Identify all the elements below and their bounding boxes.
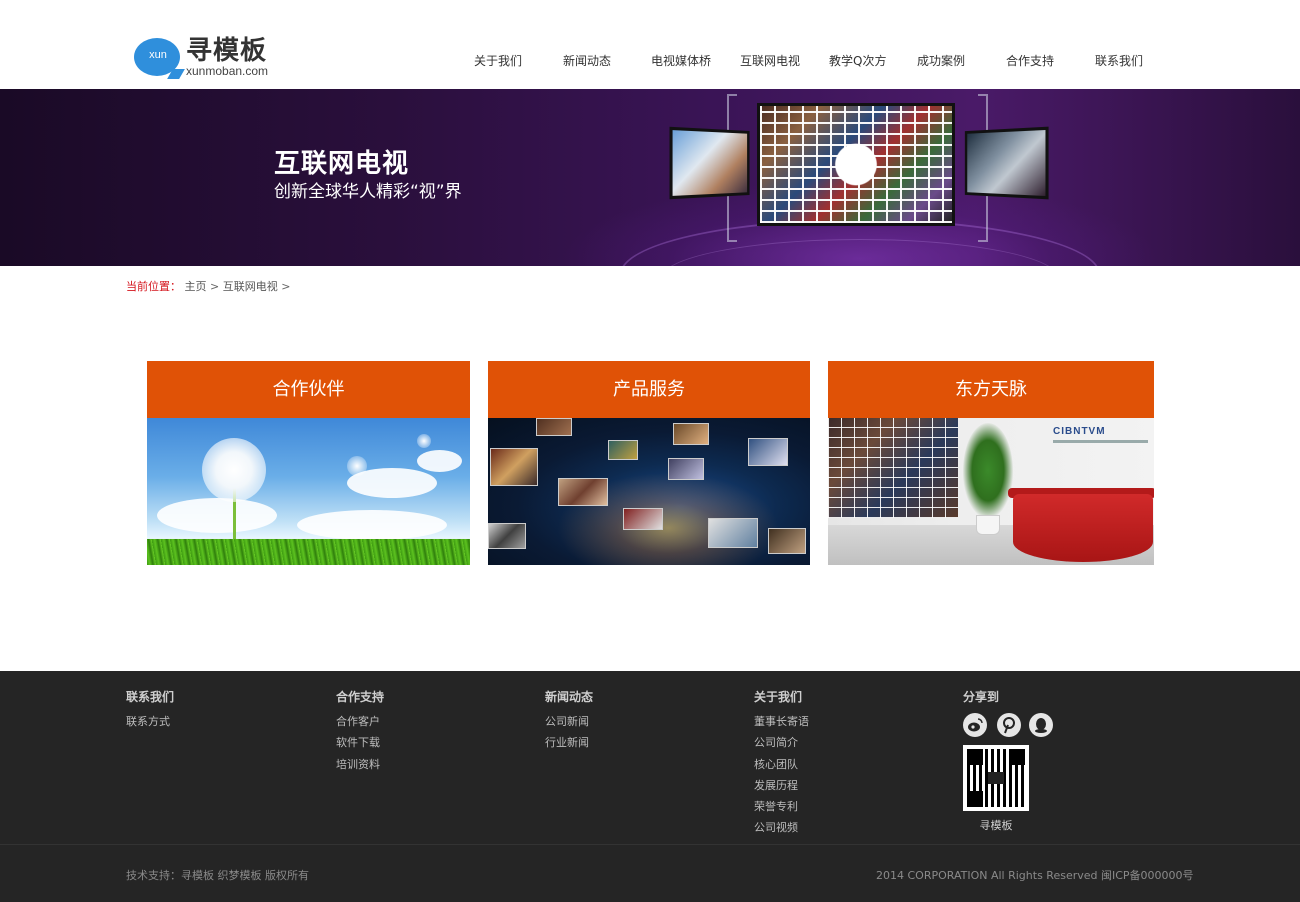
nav-item-internet-tv[interactable]: 互联网电视	[740, 52, 800, 69]
photo-thumb	[748, 438, 788, 466]
plant-icon	[963, 423, 1013, 518]
nav-item-support[interactable]: 合作支持	[1006, 52, 1054, 69]
share-icons	[963, 713, 1063, 739]
nav-item-cases[interactable]: 成功案例	[917, 52, 965, 69]
card-dongfang-tianmai[interactable]: 东方天脉 CIBNTVM	[828, 361, 1154, 565]
card-products[interactable]: 产品服务	[488, 361, 810, 565]
footer-link[interactable]: 联系方式	[126, 715, 174, 736]
footer-col-title: 分享到	[963, 690, 1000, 704]
breadcrumb-separator: >	[281, 280, 291, 293]
footer-divider	[0, 844, 1300, 845]
site-footer: 联系我们 联系方式 合作支持 合作客户 软件下载 培训资料 新闻动态 公司新闻 …	[0, 671, 1300, 902]
pinterest-icon[interactable]	[997, 713, 1021, 737]
photo-thumb	[488, 523, 526, 549]
footer-col-news: 新闻动态 公司新闻 行业新闻	[545, 689, 593, 758]
dandelion-icon	[202, 438, 266, 502]
breadcrumb-separator: >	[210, 280, 220, 293]
brand-name: CIBNTVM	[1053, 426, 1106, 437]
footer-col-support: 合作支持 合作客户 软件下载 培训资料	[336, 689, 384, 779]
footer-copyright-right: 2014 CORPORATION All Rights Reserved 闽IC…	[876, 869, 1194, 882]
footer-col-about: 关于我们 董事长寄语 公司简介 核心团队 发展历程 荣誉专利 公司视频	[754, 689, 809, 843]
card-image-dandelion[interactable]	[147, 418, 470, 565]
footer-col-contact: 联系我们 联系方式	[126, 689, 174, 736]
brand-subline	[1053, 440, 1148, 443]
site-header: xun 寻模板 xunmoban.com 关于我们 新闻动态 电视媒体桥 互联网…	[0, 0, 1300, 89]
cloud-shape	[157, 498, 277, 533]
footer-col-title: 合作支持	[336, 690, 385, 704]
nav-item-about[interactable]: 关于我们	[474, 52, 522, 69]
plant-pot	[976, 515, 1000, 535]
site-logo[interactable]: xun 寻模板 xunmoban.com	[134, 36, 294, 80]
brand-board: CIBNTVM	[1053, 426, 1148, 452]
card-partners[interactable]: 合作伙伴	[147, 361, 470, 565]
footer-col-title: 新闻动态	[545, 690, 594, 704]
logo-badge-text: xun	[149, 49, 167, 61]
tv-screen-right	[964, 126, 1049, 200]
nav-item-tv-bridge[interactable]: 电视媒体桥	[651, 52, 711, 69]
footer-link[interactable]: 软件下载	[336, 736, 384, 757]
photo-thumb	[708, 518, 758, 548]
hero-banner: 互联网电视 创新全球华人精彩“视”界	[0, 89, 1300, 266]
photo-thumb	[558, 478, 608, 506]
breadcrumb-current[interactable]: 互联网电视	[223, 280, 278, 293]
nav-item-teaching[interactable]: 教学Q次方	[829, 52, 886, 69]
footer-link[interactable]: 行业新闻	[545, 736, 593, 757]
banner-subtitle: 创新全球华人精彩“视”界	[274, 182, 462, 202]
qr-code	[963, 745, 1029, 811]
photo-thumb	[623, 508, 663, 530]
photo-thumb	[673, 423, 709, 445]
qr-center-logo	[988, 772, 1004, 784]
photo-thumb	[536, 418, 572, 436]
footer-link[interactable]: 发展历程	[754, 779, 809, 800]
footer-link[interactable]: 合作客户	[336, 715, 384, 736]
photo-thumb	[490, 448, 538, 486]
cloud-shape	[417, 450, 462, 472]
card-image-office[interactable]: CIBNTVM	[828, 418, 1154, 565]
logo-name: 寻模板	[186, 36, 268, 66]
photo-thumb	[768, 528, 806, 554]
cloud-shape	[297, 510, 447, 540]
footer-col-title: 联系我们	[126, 690, 175, 704]
footer-link[interactable]: 公司简介	[754, 736, 809, 757]
video-wall	[828, 418, 958, 518]
tv-screen-left	[669, 126, 750, 200]
reception-desk	[1013, 494, 1153, 562]
footer-col-title: 关于我们	[754, 690, 803, 704]
qr-label: 寻模板	[979, 819, 1013, 832]
photo-thumb	[668, 458, 704, 480]
footer-link[interactable]: 荣誉专利	[754, 800, 809, 821]
footer-link[interactable]: 培训资料	[336, 758, 384, 779]
card-image-world-media[interactable]	[488, 418, 810, 565]
banner-title: 互联网电视	[274, 149, 410, 179]
grass-strip	[147, 539, 470, 565]
nav-item-contact[interactable]: 联系我们	[1095, 52, 1143, 69]
tv-screen-main	[757, 103, 955, 226]
card-title[interactable]: 产品服务	[488, 361, 810, 418]
footer-col-share: 分享到 寻模板	[963, 689, 1063, 839]
seed-icon	[417, 434, 431, 448]
footer-link[interactable]: 公司视频	[754, 821, 809, 842]
breadcrumb-home[interactable]: 主页	[185, 280, 207, 293]
breadcrumb: 当前位置： 主页 > 互联网电视 >	[126, 278, 290, 294]
footer-link[interactable]: 公司新闻	[545, 715, 593, 736]
qq-icon[interactable]	[1029, 713, 1053, 737]
breadcrumb-label: 当前位置：	[126, 280, 181, 293]
weibo-icon[interactable]	[963, 713, 987, 737]
card-title[interactable]: 东方天脉	[828, 361, 1154, 418]
footer-link[interactable]: 核心团队	[754, 758, 809, 779]
footer-link[interactable]: 董事长寄语	[754, 715, 809, 736]
nav-item-news[interactable]: 新闻动态	[563, 52, 611, 69]
logo-domain: xunmoban.com	[186, 64, 269, 78]
footer-copyright-left: 技术支持：寻模板 织梦模板 版权所有	[126, 869, 309, 882]
photo-thumb	[608, 440, 638, 460]
card-title[interactable]: 合作伙伴	[147, 361, 470, 418]
seed-icon	[347, 456, 367, 476]
